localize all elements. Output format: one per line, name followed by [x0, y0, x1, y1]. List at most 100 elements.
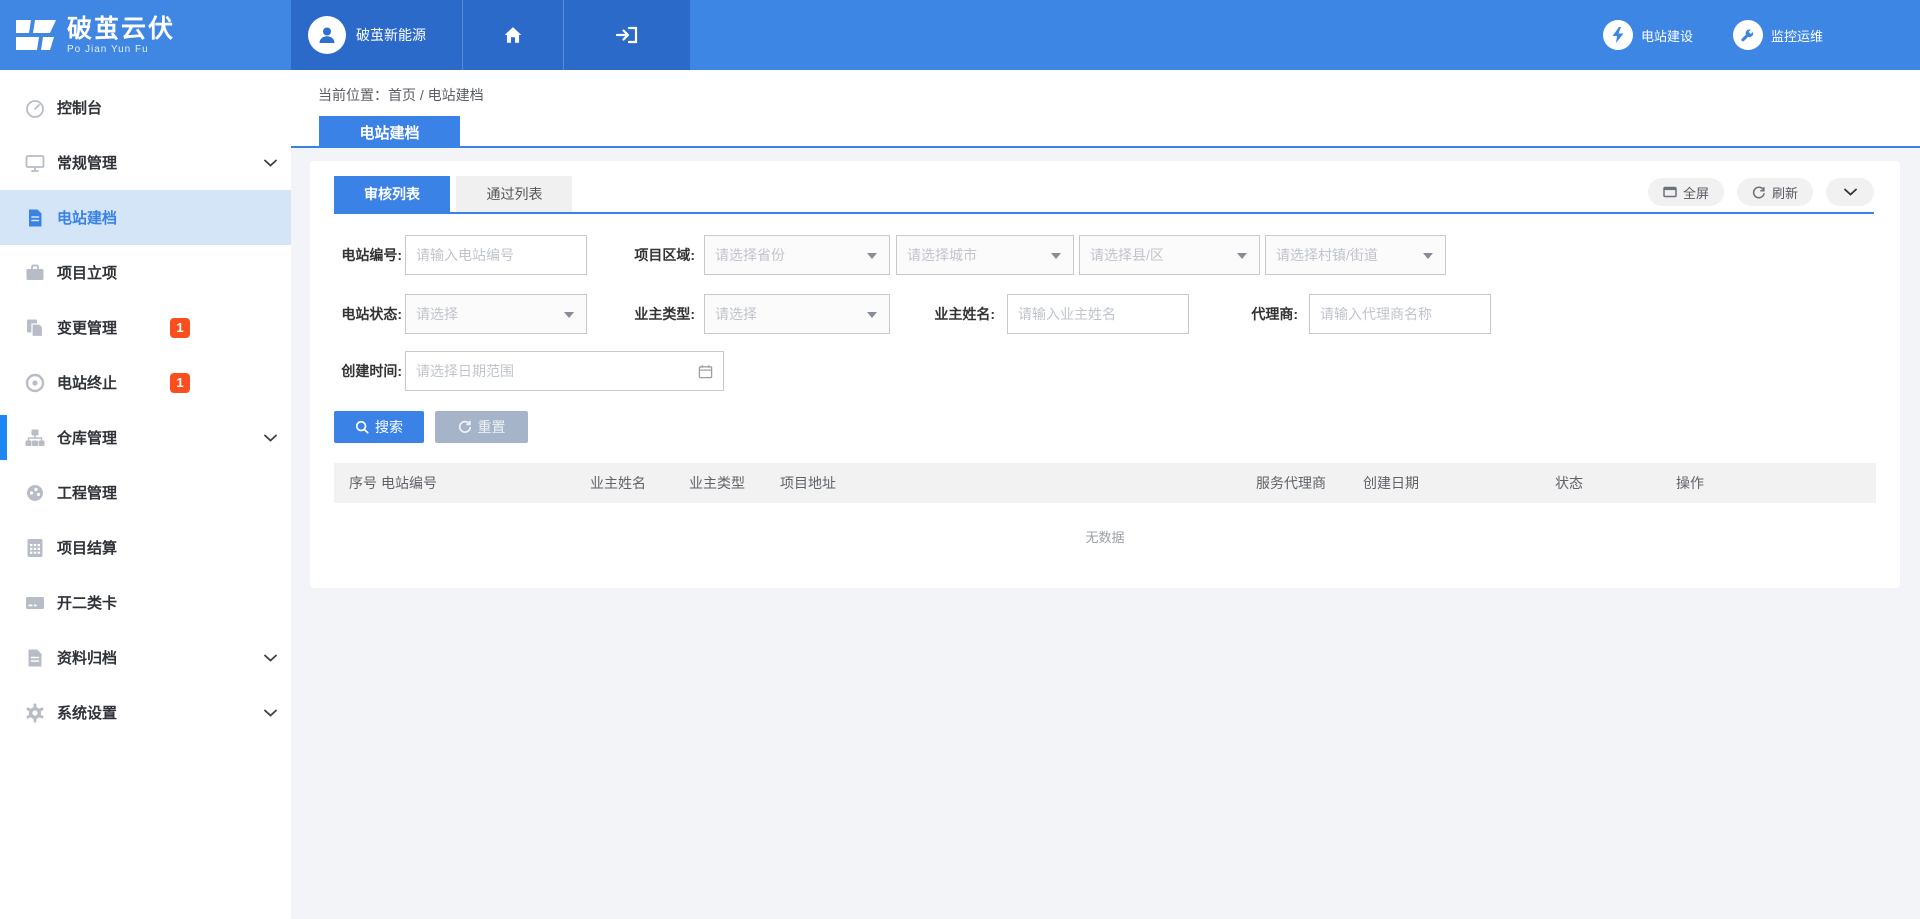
- sidebar-item-label: 控制台: [57, 97, 102, 118]
- sidebar-item-open-class2-card[interactable]: 开二类卡: [0, 575, 291, 630]
- target-icon: [24, 372, 46, 394]
- owner-name-input[interactable]: [1007, 294, 1189, 334]
- reset-button[interactable]: 重置: [435, 411, 528, 443]
- owner-type-select[interactable]: 请选择: [704, 294, 890, 334]
- brand-logo-icon: [14, 16, 58, 54]
- briefcase-icon: [24, 262, 46, 284]
- station-no-input[interactable]: [405, 235, 587, 275]
- sign-in-icon: [615, 24, 639, 46]
- sidebar-item-station-termination[interactable]: 电站终止 1: [0, 355, 291, 410]
- station-no-label: 电站编号:: [334, 235, 402, 275]
- sidebar-item-label: 变更管理: [57, 317, 117, 338]
- home-icon: [502, 24, 524, 46]
- breadcrumb-strip: 当前位置：首页 / 电站建档 电站建档: [291, 70, 1920, 148]
- chevron-down-icon: [264, 434, 277, 442]
- owner-name-label: 业主姓名:: [915, 294, 995, 334]
- province-select[interactable]: 请选择省份: [704, 235, 890, 275]
- tab-review-list[interactable]: 审核列表: [334, 176, 450, 212]
- fullscreen-button[interactable]: 全屏: [1648, 178, 1724, 206]
- table-header: 序号 电站编号 业主姓名 业主类型 项目地址 服务代理商 创建日期 状态 操作: [334, 463, 1876, 503]
- sidebar-item-engineering-mgmt[interactable]: 工程管理: [0, 465, 291, 520]
- col-status: 状态: [1555, 463, 1583, 503]
- date-range-input[interactable]: [406, 363, 698, 379]
- monitor-icon: [24, 152, 46, 174]
- card-icon: [24, 592, 46, 614]
- nav-station-build[interactable]: 电站建设: [1603, 20, 1693, 50]
- sidebar-item-change-mgmt[interactable]: 变更管理 1: [0, 300, 291, 355]
- sidebar-item-label: 系统设置: [57, 702, 117, 723]
- dashboard-icon: [24, 97, 46, 119]
- sidebar-item-label: 电站终止: [57, 372, 117, 393]
- logout-button[interactable]: [563, 0, 690, 70]
- nav-monitor-ops-label: 监控运维: [1771, 26, 1823, 45]
- col-created-date: 创建日期: [1363, 463, 1419, 503]
- agent-label: 代理商:: [1213, 294, 1298, 334]
- chevron-down-icon: [264, 159, 277, 167]
- panel-tabs: 审核列表 通过列表 全屏 刷: [334, 176, 1874, 214]
- tab-passed-list[interactable]: 通过列表: [456, 176, 572, 212]
- brand-subtitle: Po Jian Yun Fu: [67, 44, 175, 55]
- top-nav: 电站建设 监控运维: [690, 0, 1920, 70]
- calendar-icon: [698, 364, 713, 379]
- county-select[interactable]: 请选择县/区: [1079, 235, 1260, 275]
- document-icon: [24, 207, 46, 229]
- nav-monitor-ops[interactable]: 监控运维: [1733, 20, 1823, 50]
- col-owner-type: 业主类型: [689, 463, 745, 503]
- collapse-button[interactable]: [1826, 178, 1874, 206]
- avatar: [308, 16, 346, 54]
- search-button[interactable]: 搜索: [334, 411, 424, 443]
- search-icon: [355, 420, 369, 434]
- user-menu[interactable]: 破茧新能源: [291, 0, 462, 70]
- col-seq: 序号: [349, 463, 377, 503]
- station-status-label: 电站状态:: [334, 294, 402, 334]
- breadcrumb-prefix: 当前位置：: [318, 87, 388, 103]
- chevron-down-icon: [264, 654, 277, 662]
- city-select[interactable]: 请选择城市: [896, 235, 1074, 275]
- created-time-label: 创建时间:: [334, 351, 402, 391]
- owner-type-label: 业主类型:: [625, 294, 695, 334]
- col-station-no: 电站编号: [381, 463, 437, 503]
- sidebar-item-project-initiation[interactable]: 项目立项: [0, 245, 291, 300]
- breadcrumb-path[interactable]: 首页 / 电站建档: [388, 87, 484, 103]
- agent-input[interactable]: [1309, 294, 1491, 334]
- sidebar-item-dashboard[interactable]: 控制台: [0, 80, 291, 135]
- refresh-icon: [1752, 185, 1766, 199]
- calculator-icon: [24, 537, 46, 559]
- top-bar: 破茧云伏 Po Jian Yun Fu 破茧新能源: [0, 0, 1920, 70]
- copy-icon: [24, 317, 46, 339]
- sidebar: 控制台 常规管理 电站建档 项目立项: [0, 70, 291, 919]
- archive-file-icon: [24, 647, 46, 669]
- sidebar-item-label: 项目立项: [57, 262, 117, 283]
- breadcrumb: 当前位置：首页 / 电站建档: [318, 85, 484, 105]
- gear-icon: [24, 702, 46, 724]
- region-label: 项目区域:: [625, 235, 695, 275]
- date-range-picker[interactable]: [405, 351, 724, 391]
- sidebar-item-label: 电站建档: [57, 207, 117, 228]
- station-status-select[interactable]: 请选择: [405, 294, 587, 334]
- fullscreen-icon: [1663, 186, 1677, 198]
- col-agent: 服务代理商: [1256, 463, 1326, 503]
- sidebar-item-project-settlement[interactable]: 项目结算: [0, 520, 291, 575]
- sidebar-item-station-filing[interactable]: 电站建档: [0, 190, 291, 245]
- main-content: 当前位置：首页 / 电站建档 电站建档 审核列表 通过列表 全屏: [291, 70, 1920, 919]
- sidebar-item-system-settings[interactable]: 系统设置: [0, 685, 291, 740]
- sidebar-item-label: 常规管理: [57, 152, 117, 173]
- station-filing-panel: 审核列表 通过列表 全屏 刷: [310, 161, 1900, 588]
- company-name: 破茧新能源: [356, 25, 426, 45]
- town-select[interactable]: 请选择村镇/街道: [1265, 235, 1446, 275]
- reset-icon: [458, 420, 472, 434]
- wrench-icon: [1733, 20, 1763, 50]
- sidebar-item-general-mgmt[interactable]: 常规管理: [0, 135, 291, 190]
- gauge-icon: [24, 482, 46, 504]
- sidebar-item-label: 开二类卡: [57, 592, 117, 613]
- sidebar-item-archives[interactable]: 资料归档: [0, 630, 291, 685]
- empty-state: 无数据: [334, 527, 1876, 546]
- station-termination-badge: 1: [170, 373, 190, 393]
- sidebar-item-label: 仓库管理: [57, 427, 117, 448]
- page-tab-station-filing[interactable]: 电站建档: [319, 116, 460, 148]
- refresh-button[interactable]: 刷新: [1737, 178, 1813, 206]
- user-icon: [316, 24, 338, 46]
- chevron-down-icon: [264, 709, 277, 717]
- home-button[interactable]: [462, 0, 563, 70]
- sidebar-item-warehouse-mgmt[interactable]: 仓库管理: [0, 410, 291, 465]
